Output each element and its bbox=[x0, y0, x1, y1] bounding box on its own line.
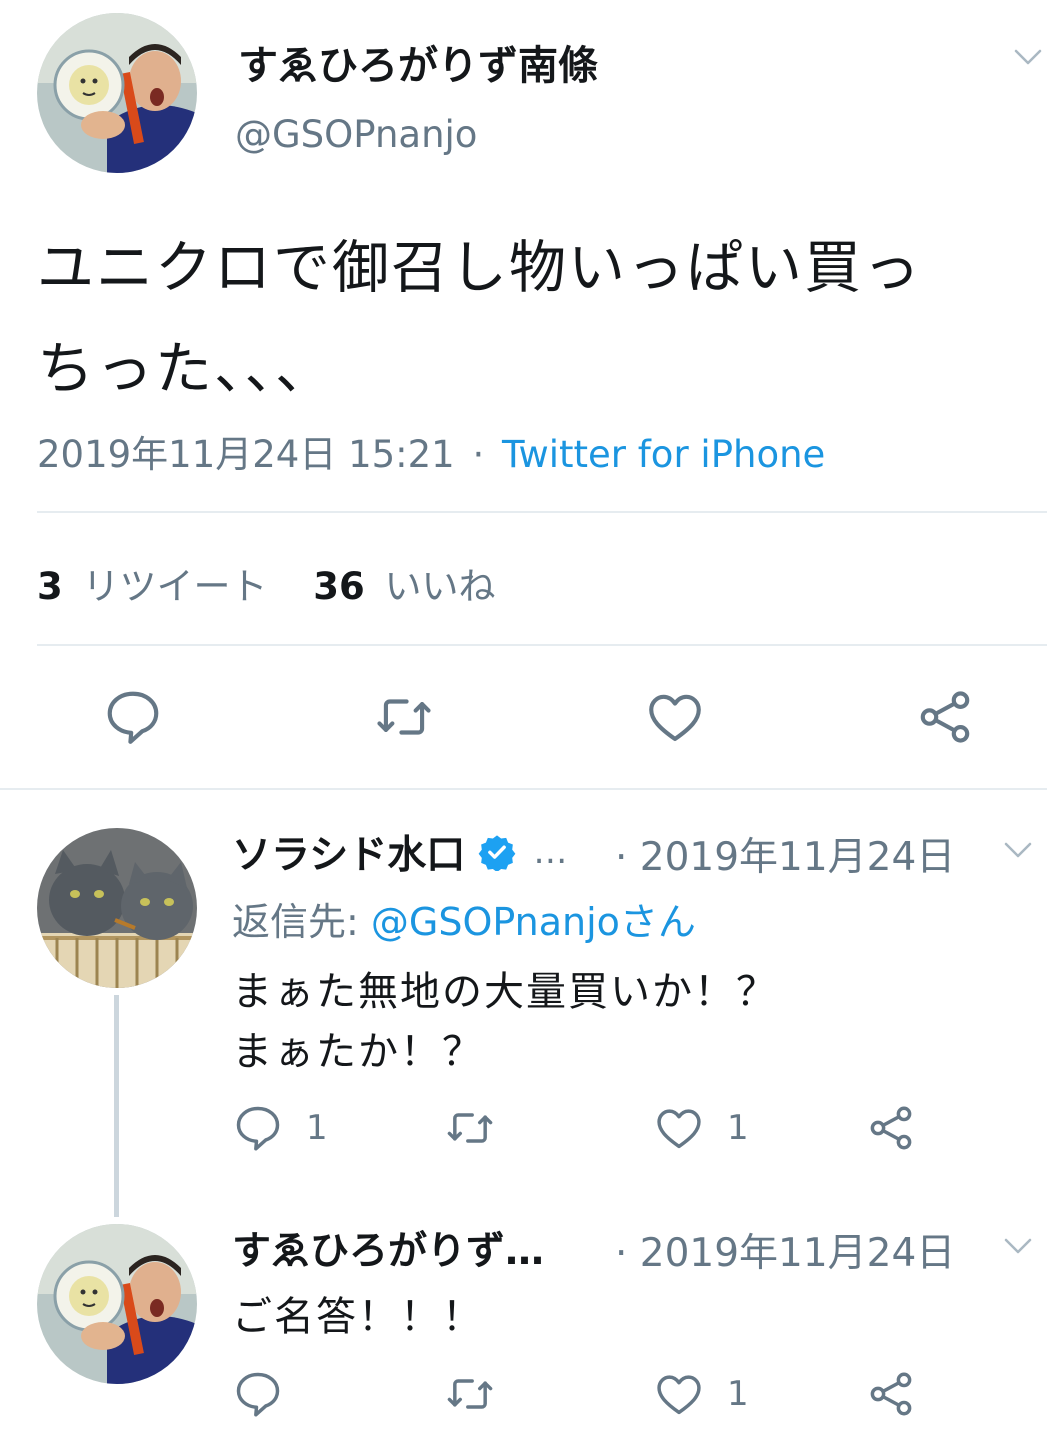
like-count: 1 bbox=[727, 1374, 749, 1414]
reply-menu-chevron-icon[interactable] bbox=[1003, 1236, 1033, 1256]
reply-reply-button[interactable] bbox=[232, 1368, 284, 1420]
author-avatar[interactable] bbox=[37, 13, 197, 173]
tweet-timestamp[interactable]: 2019年11月24日 15:21 bbox=[37, 433, 455, 476]
retweet-count: 3 bbox=[37, 565, 63, 608]
reply-to-handle[interactable]: @GSOPnanjoさん bbox=[371, 900, 696, 944]
tweet-stats: 3 リツイート 36 いいね bbox=[37, 556, 496, 610]
retweet-label: リツイート bbox=[82, 565, 268, 608]
tweet-text-line-1: ユニクロで御召し物いっぱい買っ bbox=[37, 235, 922, 301]
reply-avatar[interactable] bbox=[37, 1224, 197, 1384]
reply-to-prefix: 返信先: bbox=[232, 900, 371, 944]
share-button[interactable] bbox=[914, 686, 976, 748]
reply-date[interactable]: · 2019年11月24日 bbox=[615, 1222, 955, 1278]
verified-badge-icon bbox=[478, 833, 516, 873]
share-icon bbox=[914, 686, 976, 748]
reply-like-button[interactable]: 1 bbox=[653, 1102, 749, 1154]
reply-like-button[interactable]: 1 bbox=[653, 1368, 749, 1420]
like-count: 36 bbox=[313, 565, 365, 608]
retweet-icon bbox=[442, 1368, 498, 1420]
retweet-icon bbox=[371, 686, 437, 748]
like-icon bbox=[644, 686, 706, 748]
reply-text-line-2: まぁたか！？ bbox=[232, 1029, 484, 1075]
reply-date[interactable]: · 2019年11月24日 bbox=[615, 826, 955, 882]
reply-count: 1 bbox=[306, 1108, 328, 1148]
like-button[interactable] bbox=[644, 686, 706, 748]
divider bbox=[37, 511, 1047, 513]
like-count: 1 bbox=[727, 1108, 749, 1148]
reply-avatar[interactable] bbox=[37, 828, 197, 988]
like-stat[interactable]: 36 いいね bbox=[313, 565, 495, 608]
share-icon bbox=[865, 1368, 917, 1420]
section-divider bbox=[0, 788, 1047, 790]
divider bbox=[37, 644, 1047, 646]
author-handle[interactable]: @GSOPnanjo bbox=[235, 113, 477, 156]
reply-icon bbox=[102, 686, 164, 748]
reply-retweet-button[interactable] bbox=[442, 1102, 498, 1154]
reply-to-line: 返信先: @GSOPnanjoさん bbox=[232, 891, 696, 946]
reply-display-name[interactable]: すゑひろがりず… bbox=[232, 1220, 544, 1276]
reply-text-line-1: まぁた無地の大量買いか！？ bbox=[232, 969, 778, 1015]
reply-icon bbox=[232, 1368, 284, 1420]
share-icon bbox=[865, 1102, 917, 1154]
tweet-menu-chevron-icon[interactable] bbox=[1013, 47, 1043, 67]
reply-retweet-button[interactable] bbox=[442, 1368, 498, 1420]
meta-separator: · bbox=[472, 433, 485, 476]
reply-button[interactable] bbox=[102, 686, 164, 748]
retweet-icon bbox=[442, 1102, 498, 1154]
thread-line bbox=[114, 995, 119, 1217]
reply-text-line-1: ご名答！！！ bbox=[232, 1294, 484, 1340]
like-label: いいね bbox=[384, 565, 496, 608]
tweet-source-link[interactable]: Twitter for iPhone bbox=[502, 433, 825, 476]
reply-share-button[interactable] bbox=[865, 1102, 917, 1154]
reply-reply-button[interactable]: 1 bbox=[232, 1102, 328, 1154]
author-display-name[interactable]: すゑひろがりず南條 bbox=[238, 33, 598, 91]
reply-menu-chevron-icon[interactable] bbox=[1003, 840, 1033, 860]
tweet-text-line-2: ちった、、、 bbox=[37, 336, 334, 402]
retweet-stat[interactable]: 3 リツイート bbox=[37, 565, 279, 608]
reply-icon bbox=[232, 1102, 284, 1154]
reply-name-ellipsis: … bbox=[533, 832, 568, 872]
like-icon bbox=[653, 1102, 705, 1154]
reply-share-button[interactable] bbox=[865, 1368, 917, 1420]
reply-display-name[interactable]: ソラシド水口 bbox=[232, 833, 465, 878]
retweet-button[interactable] bbox=[371, 686, 437, 748]
tweet-meta: 2019年11月24日 15:21 · Twitter for iPhone bbox=[37, 424, 825, 478]
like-icon bbox=[653, 1368, 705, 1420]
